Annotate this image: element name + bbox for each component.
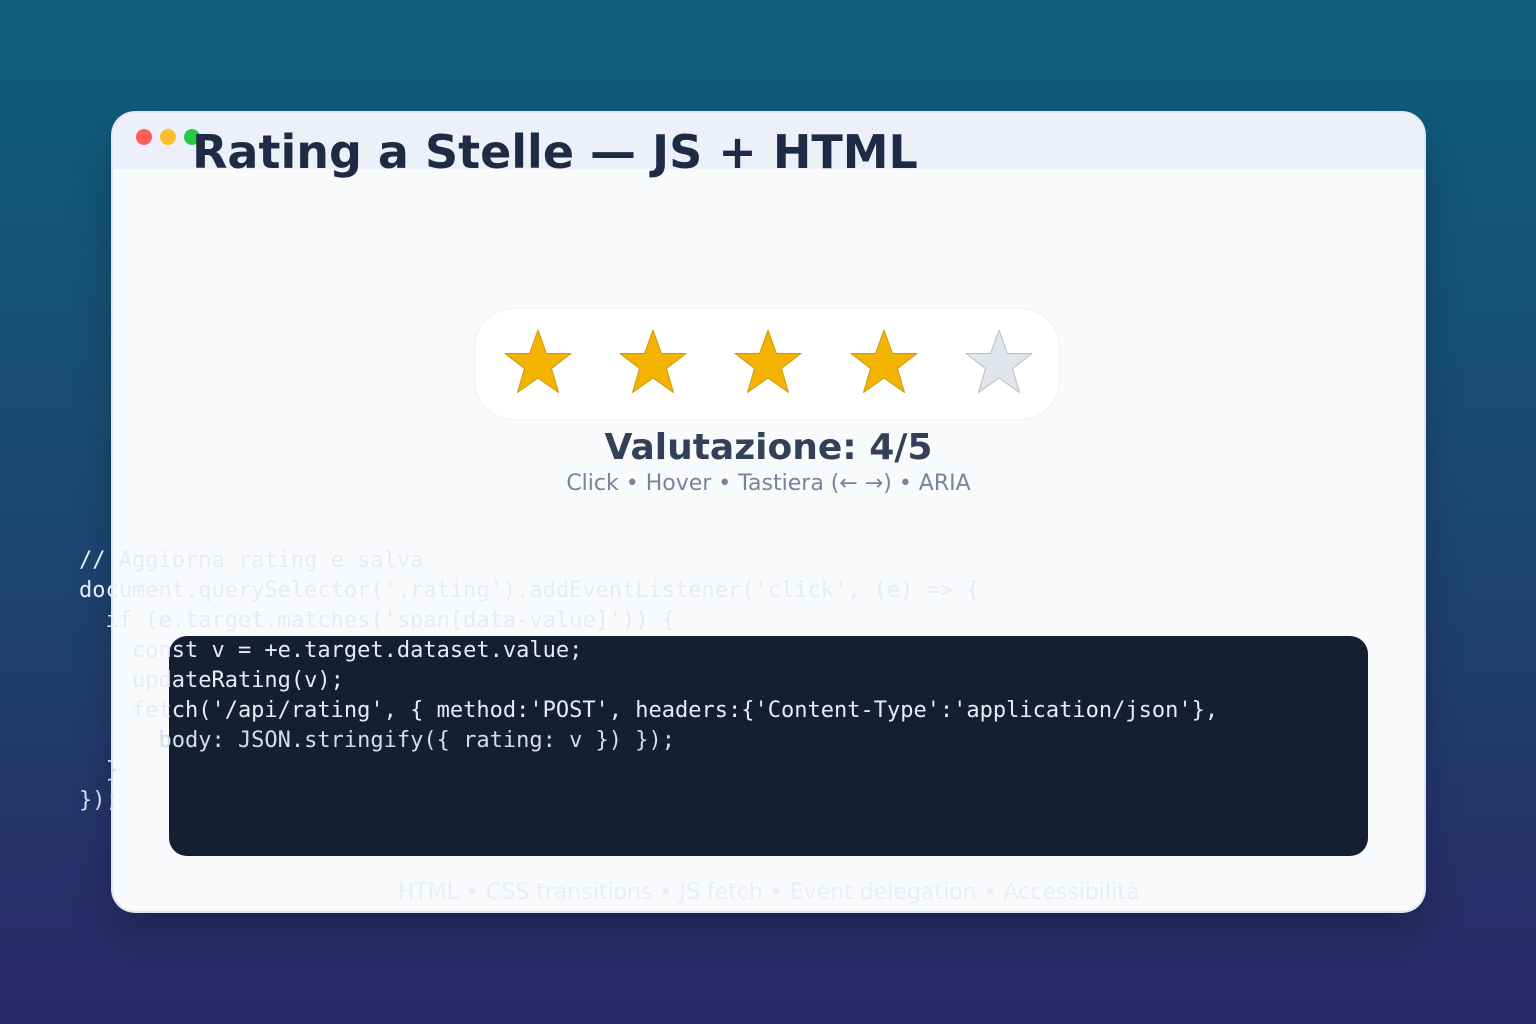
- star-1-icon[interactable]: [502, 328, 574, 396]
- star-rating-widget: [474, 308, 1060, 420]
- code-line: body: JSON.stringify({ rating: v }) });: [79, 728, 676, 753]
- code-line: if (e.target.matches('span[data-value]')…: [79, 608, 676, 633]
- code-line: }: [79, 758, 119, 783]
- star-5-icon[interactable]: [963, 328, 1035, 396]
- footer-tech-list: HTML • CSS transitions • JS fetch • Even…: [397, 880, 1140, 905]
- minimize-window-button[interactable]: [160, 129, 176, 145]
- code-line: const v = +e.target.dataset.value;: [79, 638, 583, 663]
- code-line: updateRating(v);: [79, 668, 344, 693]
- code-snippet: // Aggiorna rating e salva document.query…: [79, 546, 1218, 816]
- star-4-icon[interactable]: [848, 328, 920, 396]
- rating-value-label: Valutazione: 4/5: [604, 427, 933, 468]
- page-title: Rating a Stelle — JS + HTML: [192, 125, 918, 179]
- interaction-hint: Click • Hover • Tastiera (← →) • ARIA: [566, 471, 971, 496]
- star-3-icon[interactable]: [732, 328, 804, 396]
- close-window-button[interactable]: [136, 129, 152, 145]
- code-line: // Aggiorna rating e salva: [79, 548, 424, 573]
- code-line: document.querySelector('.rating').addEve…: [79, 578, 980, 603]
- star-2-icon[interactable]: [617, 328, 689, 396]
- code-line: });: [79, 788, 119, 813]
- code-line: fetch('/api/rating', { method:'POST', he…: [79, 698, 1219, 723]
